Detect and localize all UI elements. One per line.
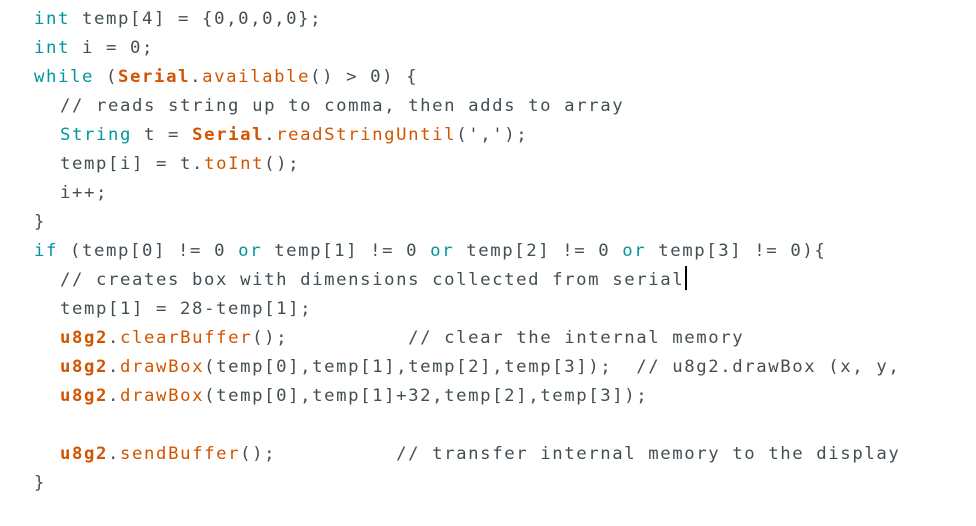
code-token: i++; bbox=[60, 183, 109, 203]
code-token: or bbox=[430, 241, 455, 261]
code-token: // creates box with dimensions collected… bbox=[60, 270, 685, 290]
code-token: drawBox bbox=[120, 386, 205, 406]
code-token: available bbox=[202, 67, 311, 87]
code-token: or bbox=[238, 241, 263, 261]
code-line[interactable]: // reads string up to comma, then adds t… bbox=[34, 92, 900, 121]
code-line[interactable]: } bbox=[34, 469, 900, 498]
code-token: // transfer internal memory to the displ… bbox=[396, 444, 901, 464]
code-token: u8g2 bbox=[60, 444, 109, 464]
code-line[interactable]: int i = 0; bbox=[34, 34, 900, 63]
code-token: (temp[0] != 0 bbox=[58, 241, 239, 261]
code-token: . bbox=[108, 386, 121, 406]
code-token: (','); bbox=[456, 125, 529, 145]
code-line[interactable]: if (temp[0] != 0 or temp[1] != 0 or temp… bbox=[34, 237, 900, 266]
code-token: () > 0) { bbox=[310, 67, 419, 87]
code-token: (); bbox=[252, 328, 409, 348]
code-line[interactable]: u8g2.drawBox(temp[0],temp[1]+32,temp[2],… bbox=[34, 382, 900, 411]
code-token: temp[2] != 0 bbox=[454, 241, 623, 261]
code-token: readStringUntil bbox=[276, 125, 457, 145]
code-token: String bbox=[60, 125, 133, 145]
code-token: (temp[0],temp[1]+32,temp[2],temp[3]); bbox=[204, 386, 649, 406]
code-token: int bbox=[34, 38, 71, 58]
code-token: u8g2 bbox=[60, 386, 109, 406]
code-token: . bbox=[108, 328, 121, 348]
code-line[interactable]: // creates box with dimensions collected… bbox=[34, 266, 900, 295]
code-token: sendBuffer bbox=[120, 444, 241, 464]
code-token: or bbox=[622, 241, 647, 261]
code-line[interactable]: i++; bbox=[34, 179, 900, 208]
code-token: Serial bbox=[118, 67, 191, 87]
code-token: . bbox=[264, 125, 277, 145]
code-token: drawBox bbox=[120, 357, 205, 377]
code-token: t = bbox=[132, 125, 193, 145]
code-token: // reads string up to comma, then adds t… bbox=[60, 96, 625, 116]
code-line[interactable] bbox=[34, 411, 900, 440]
code-token: . bbox=[108, 357, 121, 377]
text-cursor bbox=[685, 266, 688, 290]
code-token: u8g2 bbox=[60, 328, 109, 348]
code-token: temp[1] != 0 bbox=[262, 241, 431, 261]
code-token: } bbox=[34, 473, 47, 493]
code-line[interactable]: String t = Serial.readStringUntil(','); bbox=[34, 121, 900, 150]
code-line[interactable]: temp[i] = t.toInt(); bbox=[34, 150, 900, 179]
code-token: while bbox=[34, 67, 95, 87]
code-token: . bbox=[190, 67, 203, 87]
code-token: temp[i] = t. bbox=[60, 154, 205, 174]
code-token: u8g2 bbox=[60, 357, 109, 377]
code-line[interactable]: int temp[4] = {0,0,0,0}; bbox=[34, 5, 900, 34]
code-line[interactable]: } bbox=[34, 208, 900, 237]
code-line[interactable]: u8g2.clearBuffer(); // clear the interna… bbox=[34, 324, 900, 353]
code-token: // clear the internal memory bbox=[408, 328, 745, 348]
code-editor[interactable]: int temp[4] = {0,0,0,0}; int i = 0; while … bbox=[0, 0, 976, 526]
code-token: temp[4] = {0,0,0,0}; bbox=[70, 9, 323, 29]
code-token: i = 0; bbox=[70, 38, 155, 58]
code-token: clearBuffer bbox=[120, 328, 253, 348]
code-token: if bbox=[34, 241, 59, 261]
code-line[interactable]: temp[1] = 28-temp[1]; bbox=[34, 295, 900, 324]
code-token: (); bbox=[264, 154, 301, 174]
code-text-area[interactable]: int temp[4] = {0,0,0,0}; int i = 0; while … bbox=[34, 5, 900, 498]
code-line[interactable]: while (Serial.available() > 0) { bbox=[34, 63, 900, 92]
code-token: int bbox=[34, 9, 71, 29]
code-token: (temp[0],temp[1],temp[2],temp[3]); bbox=[204, 357, 637, 377]
code-token: // u8g2.drawBox (x, y, bbox=[636, 357, 901, 377]
code-token: (); bbox=[240, 444, 397, 464]
code-token: temp[3] != 0){ bbox=[646, 241, 827, 261]
code-token: temp[1] = 28-temp[1]; bbox=[60, 299, 313, 319]
code-line[interactable]: u8g2.drawBox(temp[0],temp[1],temp[2],tem… bbox=[34, 353, 900, 382]
code-token: Serial bbox=[192, 125, 265, 145]
code-token: } bbox=[34, 212, 47, 232]
code-token: ( bbox=[94, 67, 119, 87]
code-token: toInt bbox=[204, 154, 265, 174]
code-token: . bbox=[108, 444, 121, 464]
code-line[interactable]: u8g2.sendBuffer(); // transfer internal … bbox=[34, 440, 900, 469]
